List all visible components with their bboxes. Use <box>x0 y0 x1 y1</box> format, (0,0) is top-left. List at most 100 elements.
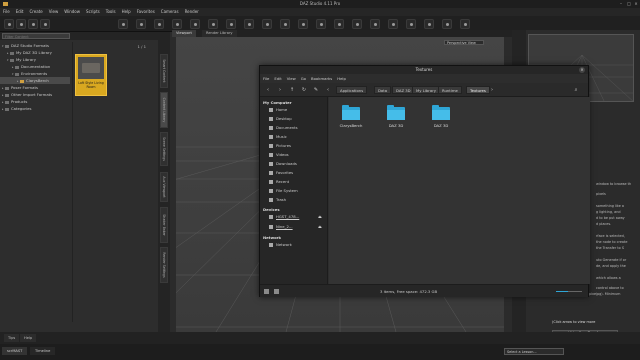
tab-help[interactable]: Help <box>20 334 37 342</box>
folder-item[interactable]: DAZ 3D <box>427 105 455 128</box>
side-tab-shader-baker[interactable]: Shader Baker <box>160 207 168 243</box>
render-settings-icon[interactable] <box>424 19 434 29</box>
select-tool-icon[interactable] <box>118 19 128 29</box>
close-icon[interactable]: × <box>579 67 585 73</box>
eject-icon[interactable]: ⏏ <box>318 225 323 229</box>
sidebar-item-file-system[interactable]: File System <box>269 187 298 195</box>
fm-menu-bookmarks[interactable]: Bookmarks <box>311 74 332 83</box>
primitive-icon[interactable] <box>352 19 362 29</box>
content-thumbnail[interactable]: Loft Style Living Room <box>75 54 107 96</box>
breadcrumb-right-icon[interactable]: › <box>488 86 496 94</box>
menu-window[interactable]: Window <box>64 8 80 16</box>
breadcrumb-left-icon[interactable]: ‹ <box>324 86 332 94</box>
geometry-editor-icon[interactable] <box>244 19 254 29</box>
tab-tips[interactable]: Tips <box>4 334 20 342</box>
menu-scripts[interactable]: Scripts <box>86 8 100 16</box>
sidebar-item-videos[interactable]: Videos <box>269 151 289 159</box>
tree-item-my-daz-3d-library[interactable]: ▸ My DAZ 3D Library <box>0 49 70 56</box>
tree-item-products[interactable]: ▸ Products <box>0 98 70 105</box>
tree-item-clarysberch[interactable]: ▸ ClarysBerch <box>0 77 70 84</box>
tab-timeline[interactable]: Timeline <box>30 347 56 355</box>
sidebar-item-desktop[interactable]: Desktop <box>269 115 292 123</box>
menu-create[interactable]: Create <box>29 8 42 16</box>
content-filter-input[interactable] <box>3 35 69 39</box>
sidebar-item-recent[interactable]: Recent <box>269 178 289 186</box>
side-tab-smart-content[interactable]: Smart Content <box>160 54 168 88</box>
sidebar-item-pictures[interactable]: Pictures <box>269 142 291 150</box>
sidebar-item-downloads[interactable]: Downloads <box>269 160 297 168</box>
side-tab-content-library[interactable]: Content Library <box>160 92 168 128</box>
breadcrumb-runtime[interactable]: Runtime <box>438 86 462 94</box>
save-icon[interactable] <box>28 19 38 29</box>
tab-viewport[interactable]: Viewport <box>172 30 196 37</box>
breadcrumb-textures[interactable]: Textures <box>466 86 490 94</box>
joint-editor-icon[interactable] <box>226 19 236 29</box>
open-file-icon[interactable] <box>16 19 26 29</box>
sidebar-item-favorites[interactable]: Favorites <box>269 169 293 177</box>
render-icon[interactable] <box>406 19 416 29</box>
fm-menu-go[interactable]: Go <box>301 74 306 83</box>
camera-select[interactable]: Perspective View <box>444 40 484 45</box>
menu-favorites[interactable]: Favorites <box>137 8 155 16</box>
undo-icon[interactable] <box>40 19 50 29</box>
light-tool-icon[interactable] <box>334 19 344 29</box>
back-icon[interactable]: ‹ <box>264 86 272 94</box>
morph-tool-icon[interactable] <box>388 19 398 29</box>
figure-tool-icon[interactable] <box>370 19 380 29</box>
spot-render-icon[interactable] <box>298 19 308 29</box>
tree-item-other-import-formats[interactable]: ▸ Other Import Formats <box>0 91 70 98</box>
tree-item-categories[interactable]: ▸ Categories <box>0 105 70 112</box>
fm-menu-view[interactable]: View <box>287 74 296 83</box>
breadcrumb-data[interactable]: Data <box>374 86 392 94</box>
maximize-icon[interactable]: □ <box>626 1 632 6</box>
folder-item[interactable]: DAZ 3D <box>382 105 410 128</box>
menu-tools[interactable]: Tools <box>106 8 116 16</box>
sidebar-device-nine-2[interactable]: Nine_2... <box>269 223 293 231</box>
zoom-slider[interactable] <box>556 291 582 292</box>
breadcrumb-my-library[interactable]: My Library <box>412 86 441 94</box>
sidebar-item-music[interactable]: Music <box>269 133 287 141</box>
breadcrumb-applications[interactable]: Applications <box>336 86 368 94</box>
menu-edit[interactable]: Edit <box>16 8 24 16</box>
translate-tool-icon[interactable] <box>172 19 182 29</box>
side-tab-scene-settings[interactable]: Scene Settings <box>160 132 168 166</box>
sidebar-item-trash[interactable]: Trash <box>269 196 286 204</box>
tab-scrmast[interactable]: scrMAST <box>2 347 28 355</box>
fm-menu-help[interactable]: Help <box>337 74 346 83</box>
tree-item-daz-studio-formats[interactable]: ▾ DAZ Studio Formats <box>0 42 70 49</box>
menu-cameras[interactable]: Cameras <box>161 8 179 16</box>
folder-item[interactable]: ClarysBerch <box>337 105 365 128</box>
breadcrumb-toggle-icon[interactable]: ✎ <box>312 86 320 94</box>
search-icon[interactable]: ⌕ <box>572 86 580 94</box>
menu-file[interactable]: File <box>3 8 10 16</box>
tab-render-library[interactable]: Render Library <box>202 30 237 37</box>
minimize-icon[interactable]: – <box>618 1 624 6</box>
node-weight-icon[interactable] <box>280 19 290 29</box>
sidebar-item-documents[interactable]: Documents <box>269 124 298 132</box>
menu-help[interactable]: Help <box>122 8 131 16</box>
tree-item-documentation[interactable]: ▸ Documentation <box>0 63 70 70</box>
lesson-select[interactable]: Select a Lesson... <box>504 348 564 355</box>
show-tree-icon[interactable] <box>274 289 279 294</box>
sidebar-item-home[interactable]: Home <box>269 106 287 114</box>
content-filter-field[interactable] <box>2 33 70 39</box>
refresh-icon[interactable]: ↻ <box>300 86 308 94</box>
up-icon[interactable]: ↑ <box>288 86 296 94</box>
iray-preview-icon[interactable] <box>442 19 452 29</box>
menu-view[interactable]: View <box>49 8 59 16</box>
show-places-icon[interactable] <box>264 289 269 294</box>
side-tab-aux-viewport[interactable]: Aux Viewport <box>160 172 168 202</box>
universal-tool-icon[interactable] <box>136 19 146 29</box>
side-tab-render-settings[interactable]: Render Settings <box>160 247 168 283</box>
camera-tool-icon[interactable] <box>316 19 326 29</box>
pose-tool-icon[interactable] <box>208 19 218 29</box>
tree-item-poser-formats[interactable]: ▸ Poser Formats <box>0 84 70 91</box>
menu-render[interactable]: Render <box>185 8 199 16</box>
eject-icon[interactable]: ⏏ <box>318 215 323 219</box>
sidebar-device-hgst-478[interactable]: HGST_478... <box>269 213 299 221</box>
rotate-tool-icon[interactable] <box>154 19 164 29</box>
sidebar-item-network[interactable]: Network <box>269 241 292 249</box>
close-icon[interactable]: × <box>633 1 639 6</box>
fm-menu-edit[interactable]: Edit <box>274 74 281 83</box>
tree-item-my-library[interactable]: ▾ My Library <box>0 56 70 63</box>
